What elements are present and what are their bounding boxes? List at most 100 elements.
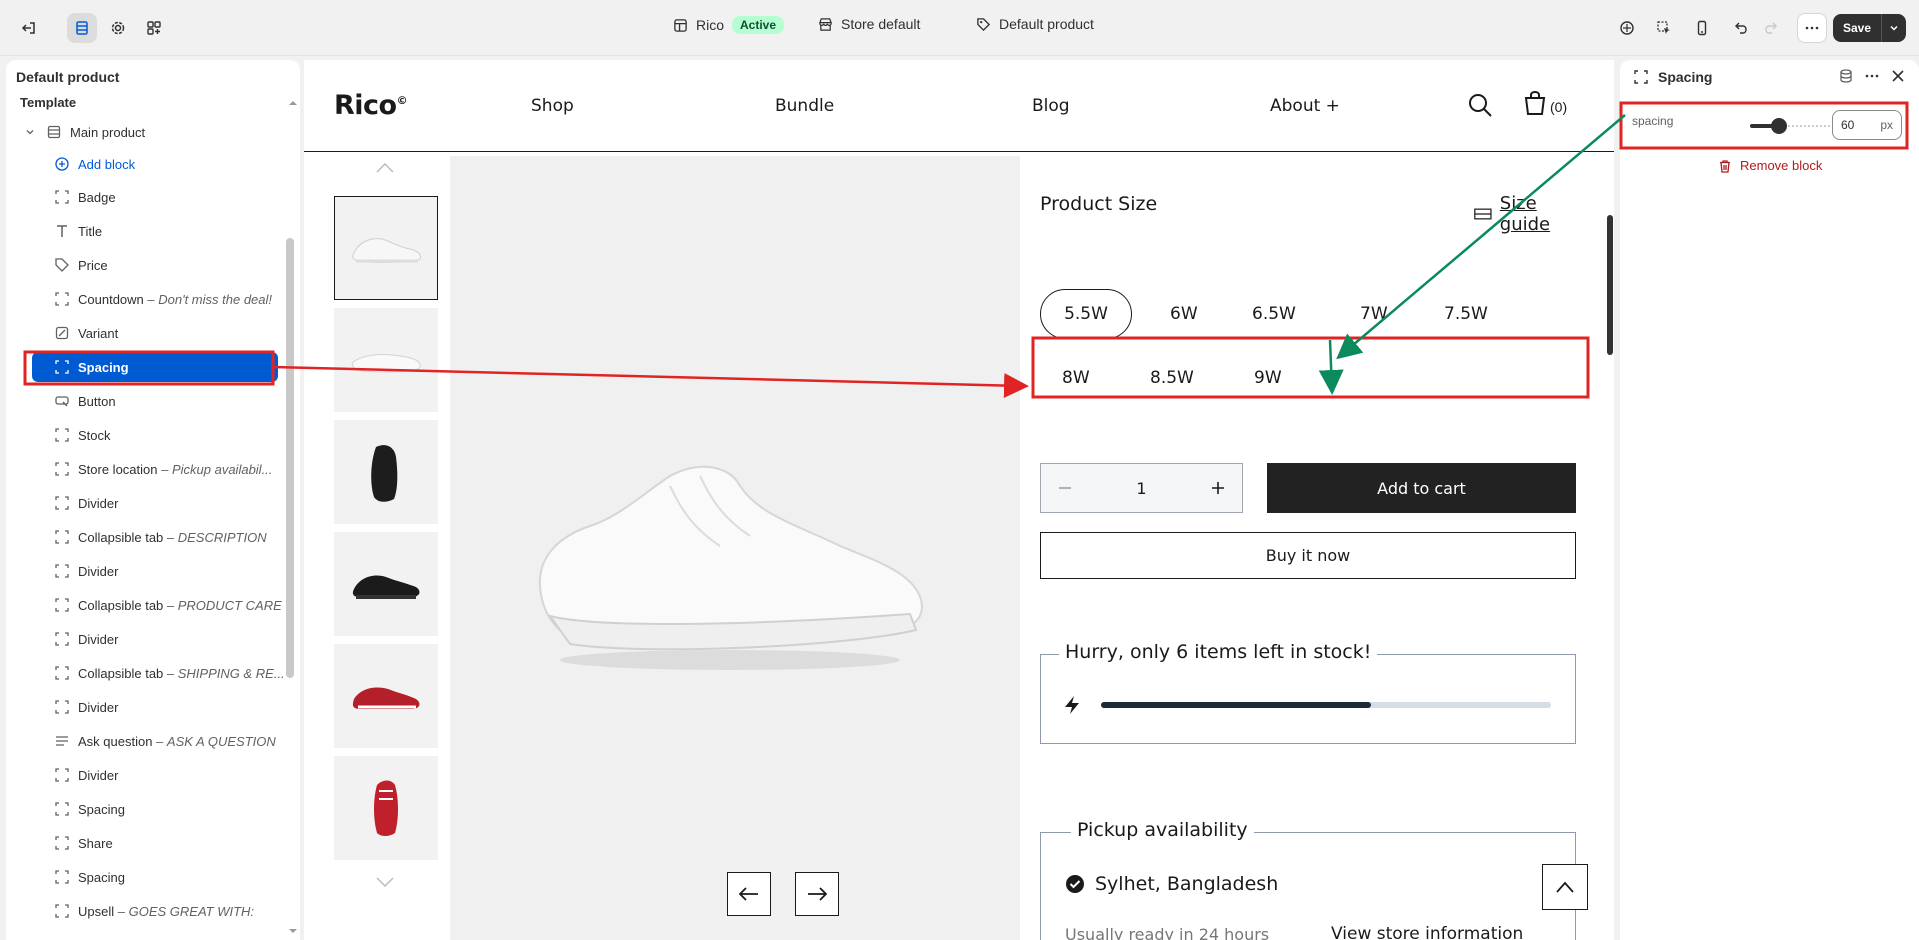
close-icon[interactable]: [1890, 68, 1906, 84]
size-option-9w[interactable]: 9W: [1254, 353, 1282, 403]
sidebar-item-upsell[interactable]: Upsell – GOES GREAT WITH:: [54, 896, 300, 926]
sidebar-item-countdown[interactable]: Countdown – Don't miss the deal!: [54, 284, 300, 314]
sidebar-item-spacing[interactable]: Spacing: [54, 794, 300, 824]
sidebar-item-price[interactable]: Price: [54, 250, 300, 280]
thumbnail-4[interactable]: [334, 532, 438, 636]
store-information-link[interactable]: View store information: [1331, 924, 1523, 940]
back-to-top-button[interactable]: [1542, 864, 1588, 910]
exit-button[interactable]: [14, 13, 44, 43]
nav-link-shop[interactable]: Shop: [531, 96, 574, 116]
save-button[interactable]: Save: [1833, 14, 1907, 42]
thumbnail-5[interactable]: [334, 644, 438, 748]
preview-scrollbar[interactable]: [1607, 215, 1613, 355]
search-icon[interactable]: [1467, 92, 1493, 118]
stock-message: Hurry, only 6 items left in stock!: [1059, 641, 1378, 663]
apps-button[interactable]: [139, 13, 169, 43]
thumbs-up-button[interactable]: [376, 160, 394, 178]
chevron-down-icon[interactable]: [22, 124, 38, 140]
size-guide-link[interactable]: Size guide: [1474, 193, 1575, 235]
plus-icon[interactable]: [1210, 480, 1226, 496]
add-to-cart-button[interactable]: Add to cart: [1267, 463, 1576, 513]
scroll-down-icon[interactable]: [288, 926, 298, 936]
sidebar-item-label: Upsell: [78, 903, 115, 919]
sidebar-item-divider[interactable]: Divider: [54, 692, 300, 722]
size-option-6w[interactable]: 6W: [1170, 289, 1198, 339]
sidebar-item-share[interactable]: Share: [54, 828, 300, 858]
size-option-6-5w[interactable]: 6.5W: [1252, 289, 1296, 339]
sidebar-item-store-location[interactable]: Store location – Pickup availabil...: [54, 454, 300, 484]
sidebar-item-collapsible-tab[interactable]: Collapsible tab – SHIPPING & RE...: [54, 658, 300, 688]
thumbs-down-button[interactable]: [376, 874, 394, 892]
sidebar-item-collapsible-tab[interactable]: Collapsible tab – DESCRIPTION: [54, 522, 300, 552]
spacing-value[interactable]: 60: [1841, 118, 1854, 132]
arrow-right-icon: [808, 887, 827, 901]
size-option-8w[interactable]: 8W: [1062, 353, 1090, 403]
nav-link-about[interactable]: About +: [1270, 96, 1340, 116]
cart-count[interactable]: (0): [1550, 99, 1567, 115]
sidebar-item-stock[interactable]: Stock: [54, 420, 300, 450]
divider-block-icon: [54, 767, 70, 783]
sidebar-item-separator: –: [163, 529, 178, 545]
store-location-block-icon: [54, 461, 70, 477]
more-actions-button[interactable]: [1797, 13, 1827, 43]
thumbnail-3[interactable]: [334, 420, 438, 524]
add-block-button[interactable]: Add block: [54, 149, 300, 179]
stock-progress-fill: [1101, 702, 1371, 708]
buy-now-button[interactable]: Buy it now: [1040, 532, 1576, 579]
sections-button[interactable]: [67, 13, 97, 43]
size-option-7-5w[interactable]: 7.5W: [1444, 289, 1488, 339]
select-element-button[interactable]: [1649, 13, 1679, 43]
nav-link-blog[interactable]: Blog: [1032, 96, 1070, 116]
product-main-image[interactable]: [450, 156, 1020, 940]
size-option-7w[interactable]: 7W: [1360, 289, 1388, 339]
store-selector[interactable]: Store default: [818, 16, 920, 32]
sidebar-item-ask-question[interactable]: Ask question – ASK A QUESTION: [54, 726, 300, 756]
redo-button[interactable]: [1756, 13, 1786, 43]
next-image-button[interactable]: [795, 872, 839, 916]
minus-icon[interactable]: [1057, 480, 1073, 496]
sidebar-item-separator: –: [152, 733, 167, 749]
database-icon[interactable]: [1838, 68, 1854, 84]
device-preview-button[interactable]: [1687, 13, 1717, 43]
sidebar-item-divider[interactable]: Divider: [54, 624, 300, 654]
size-option-5-5w[interactable]: 5.5W: [1040, 289, 1132, 339]
sidebar-item-divider[interactable]: Divider: [54, 488, 300, 518]
spacing-value-input[interactable]: 60 px: [1832, 110, 1902, 140]
size-option-8-5w[interactable]: 8.5W: [1150, 353, 1194, 403]
save-options-button[interactable]: [1882, 14, 1906, 42]
slider-handle[interactable]: [1771, 118, 1787, 134]
undo-button[interactable]: [1726, 13, 1756, 43]
sidebar-item-variant[interactable]: Variant: [54, 318, 300, 348]
previous-image-button[interactable]: [727, 872, 771, 916]
theme-selector[interactable]: Rico Active: [673, 16, 785, 34]
sidebar-item-spacing[interactable]: Spacing: [32, 352, 278, 382]
sidebar-item-button[interactable]: Button: [54, 386, 300, 416]
sidebar-scrollbar[interactable]: [286, 238, 294, 678]
spacing-slider[interactable]: [1750, 118, 1830, 134]
remove-block-button[interactable]: Remove block: [1718, 158, 1822, 173]
tree-group-main-product[interactable]: Main product: [22, 117, 300, 147]
sidebar-item-badge[interactable]: Badge: [54, 182, 300, 212]
sidebar-item-label: Title: [78, 223, 103, 239]
nav-link-bundle[interactable]: Bundle: [775, 96, 834, 116]
store-header: Rico© Shop Bundle Blog About + (0): [304, 60, 1614, 152]
quantity-value[interactable]: 1: [1136, 479, 1146, 498]
ellipsis-icon[interactable]: [1864, 68, 1880, 84]
sidebar-item-divider[interactable]: Divider: [54, 760, 300, 790]
thumbnail-6[interactable]: [334, 756, 438, 860]
scroll-up-icon[interactable]: [288, 98, 298, 108]
inspector-button[interactable]: [1612, 13, 1642, 43]
template-selector[interactable]: Default product: [976, 16, 1094, 32]
thumbnail-2[interactable]: [334, 308, 438, 412]
sidebar-item-divider[interactable]: Divider: [54, 556, 300, 586]
cart-icon[interactable]: [1523, 90, 1547, 116]
theme-settings-button[interactable]: [103, 13, 133, 43]
sidebar-item-title[interactable]: Title: [54, 216, 300, 246]
sidebar-item-spacing[interactable]: Spacing: [54, 862, 300, 892]
store-logo[interactable]: Rico©: [334, 90, 408, 121]
thumbnail-1[interactable]: [334, 196, 438, 300]
sidebar-item-collapsible-tab[interactable]: Collapsible tab – PRODUCT CARE: [54, 590, 300, 620]
settings-header: Spacing: [1634, 69, 1712, 85]
spacing-block-icon: [54, 801, 70, 817]
divider-block-icon: [54, 631, 70, 647]
